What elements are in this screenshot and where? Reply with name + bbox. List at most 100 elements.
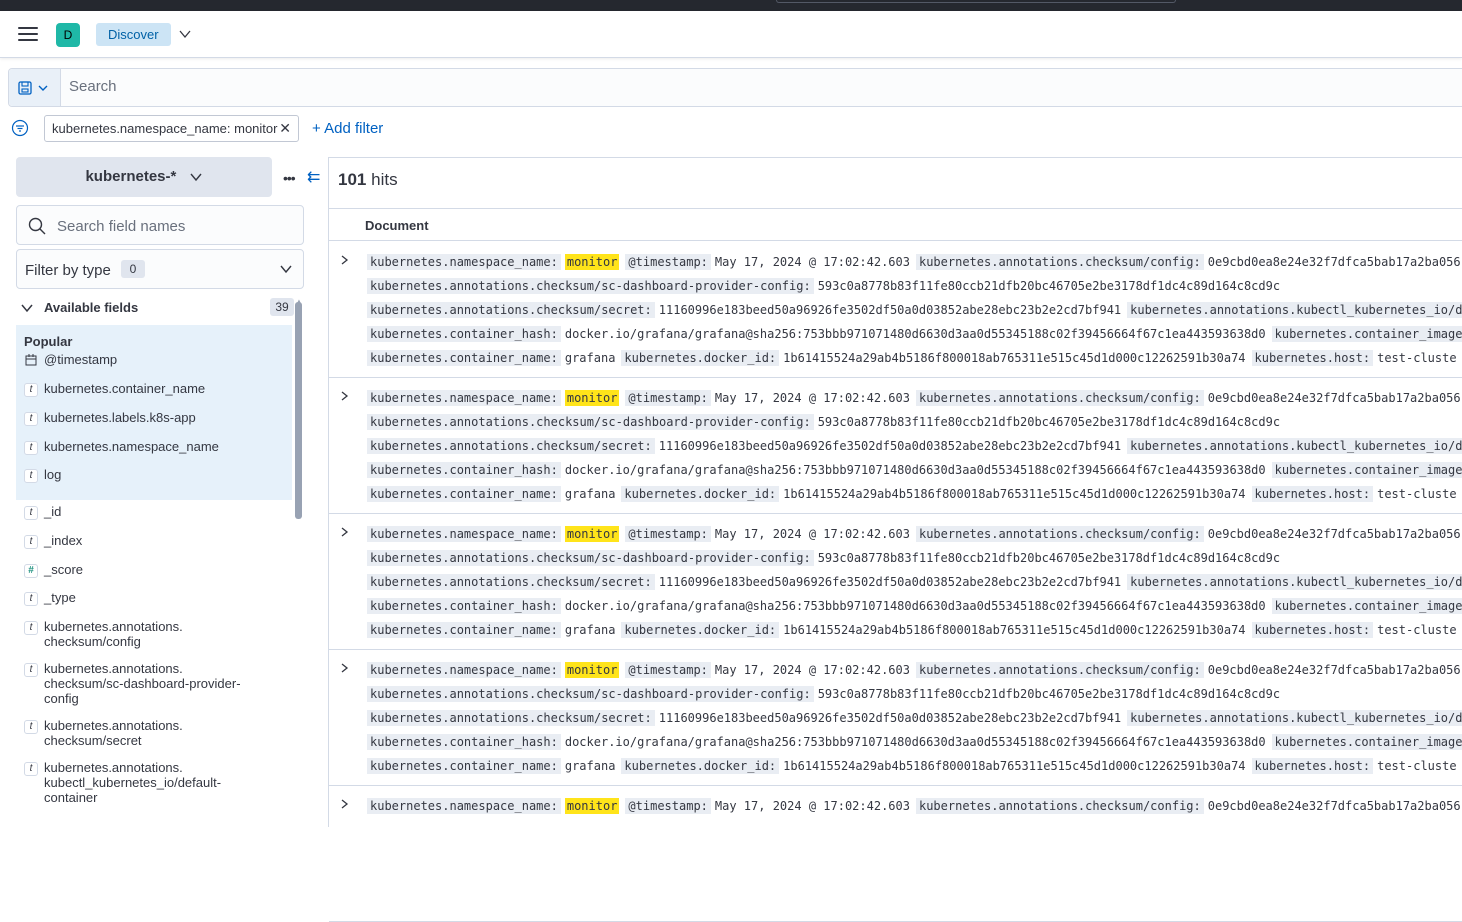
field-value: 1b61415524a29ab4b5186f800018ab765311e515…: [783, 759, 1246, 773]
expand-row-icon[interactable]: [338, 798, 350, 810]
field-name: kubernetes.annotations. kubectl_kubernet…: [44, 760, 222, 805]
document-line: kubernetes.container_name: grafana kuberne…: [367, 621, 1462, 639]
string-type-icon: t: [24, 412, 38, 426]
field-name: log: [44, 467, 62, 482]
field-key: kubernetes.annotations.checksum/config:: [915, 662, 1204, 678]
field-key: kubernetes.host:: [1251, 758, 1374, 774]
search-input[interactable]: Search: [69, 78, 117, 95]
field-key: @timestamp:: [625, 390, 711, 406]
top-chrome-bar: [0, 0, 1462, 11]
document-line: kubernetes.annotations.checksum/secret: 1…: [367, 301, 1462, 319]
field-value: docker.io/grafana/grafana@sha256:753bbb9…: [564, 599, 1266, 613]
document-line: kubernetes.annotations.checksum/sc-dashb…: [367, 549, 1286, 567]
app-header: D Discover: [0, 11, 1462, 58]
expand-row-icon[interactable]: [338, 526, 350, 538]
document-line: kubernetes.annotations.checksum/sc-dashb…: [367, 413, 1286, 431]
field-key: kubernetes.host:: [1251, 350, 1374, 366]
document-line: kubernetes.namespace_name: monitor @timest…: [367, 525, 1462, 543]
document-line: kubernetes.container_hash: docker.io/graf…: [367, 325, 1462, 343]
field-key: kubernetes.container_image: [1271, 462, 1462, 478]
field-search-input[interactable]: Search field names: [16, 205, 304, 245]
field-key: kubernetes.annotations.checksum/config:: [915, 390, 1204, 406]
document-line: kubernetes.namespace_name: monitor @timest…: [367, 797, 1462, 815]
field-key: kubernetes.namespace_name:: [367, 390, 561, 406]
field-key: kubernetes.annotations.kubectl_kubernete…: [1127, 710, 1462, 726]
filter-options-icon[interactable]: [11, 119, 29, 137]
available-fields-toggle[interactable]: Available fields 39: [16, 295, 296, 321]
filter-pill[interactable]: kubernetes.namespace_name: monitor ✕: [44, 115, 299, 142]
save-icon: [18, 81, 48, 95]
document-line: kubernetes.namespace_name: monitor @timest…: [367, 661, 1462, 679]
add-filter-button[interactable]: + Add filter: [312, 120, 383, 137]
field-name: kubernetes.container_name: [44, 381, 206, 396]
saved-query-menu-button[interactable]: [9, 69, 61, 106]
field-key: kubernetes.container_hash:: [367, 326, 561, 342]
field-key: kubernetes.namespace_name:: [367, 662, 561, 678]
field-name: kubernetes.namespace_name: [44, 439, 219, 454]
field-key: kubernetes.annotations.kubectl_kubernete…: [1127, 574, 1462, 590]
field-key: kubernetes.annotations.checksum/sc-dashb…: [367, 278, 814, 294]
more-options-icon[interactable]: •••: [283, 170, 296, 186]
field-key: kubernetes.container_hash:: [367, 598, 561, 614]
filter-by-type-button[interactable]: Filter by type 0: [16, 249, 304, 289]
document-line: kubernetes.container_name: grafana kuberne…: [367, 485, 1462, 503]
field-key: kubernetes.container_image: [1271, 734, 1462, 750]
field-value: grafana: [564, 351, 616, 365]
highlighted-value: monitor: [564, 390, 620, 406]
string-type-icon: t: [24, 762, 38, 776]
field-name: kubernetes.labels.k8s-app: [44, 410, 196, 425]
field-value: 1b61415524a29ab4b5186f800018ab765311e515…: [783, 351, 1246, 365]
breadcrumb-discover[interactable]: Discover: [96, 23, 171, 46]
expand-row-icon[interactable]: [338, 662, 350, 674]
sidebar-scrollbar[interactable]: [295, 302, 302, 519]
filter-by-type-label: Filter by type: [25, 262, 111, 279]
available-fields-count: 39: [270, 298, 294, 316]
field-key: kubernetes.annotations.checksum/config:: [915, 798, 1204, 814]
field-key: kubernetes.annotations.checksum/secret:: [367, 438, 655, 454]
expand-row-icon[interactable]: [338, 390, 350, 402]
field-key: kubernetes.container_image: [1271, 326, 1462, 342]
field-key: kubernetes.annotations.checksum/sc-dashb…: [367, 414, 814, 430]
space-avatar[interactable]: D: [56, 23, 80, 47]
document-line: kubernetes.namespace_name: monitor @timest…: [367, 253, 1462, 271]
highlighted-value: monitor: [564, 662, 620, 678]
highlighted-value: monitor: [564, 254, 620, 270]
field-value: 1b61415524a29ab4b5186f800018ab765311e515…: [783, 487, 1246, 501]
index-pattern-selector[interactable]: kubernetes-*: [16, 157, 272, 197]
field-value: 11160996e183beed50a96926fe3502df50a0d038…: [658, 711, 1122, 725]
field-value: 593c0a8778b83f11fe80ccb21dfb20bc46705e2b…: [817, 687, 1281, 701]
document-line: kubernetes.container_hash: docker.io/graf…: [367, 733, 1462, 751]
field-key: kubernetes.docker_id:: [621, 486, 780, 502]
table-row: kubernetes.namespace_name: monitor @timest…: [329, 242, 1462, 378]
chevron-down-icon: [280, 265, 292, 274]
table-row: kubernetes.namespace_name: monitor @timest…: [329, 786, 1462, 922]
global-search-edge[interactable]: [776, 0, 1176, 3]
popular-label: Popular: [24, 334, 73, 349]
field-key: kubernetes.container_name:: [367, 758, 561, 774]
string-type-icon: t: [24, 506, 38, 520]
expand-row-icon[interactable]: [338, 254, 350, 266]
field-value: 593c0a8778b83f11fe80ccb21dfb20bc46705e2b…: [817, 415, 1281, 429]
document-line: kubernetes.container_hash: docker.io/graf…: [367, 597, 1462, 615]
field-key: kubernetes.annotations.checksum/secret:: [367, 574, 655, 590]
field-key: kubernetes.host:: [1251, 486, 1374, 502]
close-icon[interactable]: ✕: [279, 116, 291, 141]
field-name: _id: [44, 504, 62, 519]
field-value: grafana: [564, 759, 616, 773]
field-key: kubernetes.annotations.checksum/config:: [915, 254, 1204, 270]
field-value: docker.io/grafana/grafana@sha256:753bbb9…: [564, 735, 1266, 749]
field-key: kubernetes.namespace_name:: [367, 526, 561, 542]
collapse-sidebar-icon[interactable]: ⇇: [307, 167, 320, 187]
chevron-down-icon[interactable]: [178, 27, 192, 41]
field-key: kubernetes.container_hash:: [367, 734, 561, 750]
number-type-icon: #: [24, 564, 38, 578]
field-value: 11160996e183beed50a96926fe3502df50a0d038…: [658, 575, 1122, 589]
menu-icon[interactable]: [18, 27, 38, 43]
field-key: kubernetes.container_image: [1271, 598, 1462, 614]
document-column-header: Document: [329, 208, 1462, 241]
field-value: 0e9cbd0ea8e24e32f7dfca5bab17a2ba056: [1207, 527, 1461, 541]
field-key: @timestamp:: [625, 526, 711, 542]
field-key: kubernetes.annotations.checksum/secret:: [367, 302, 655, 318]
query-bar: Search: [8, 68, 1462, 107]
hits-label: hits: [371, 170, 398, 189]
